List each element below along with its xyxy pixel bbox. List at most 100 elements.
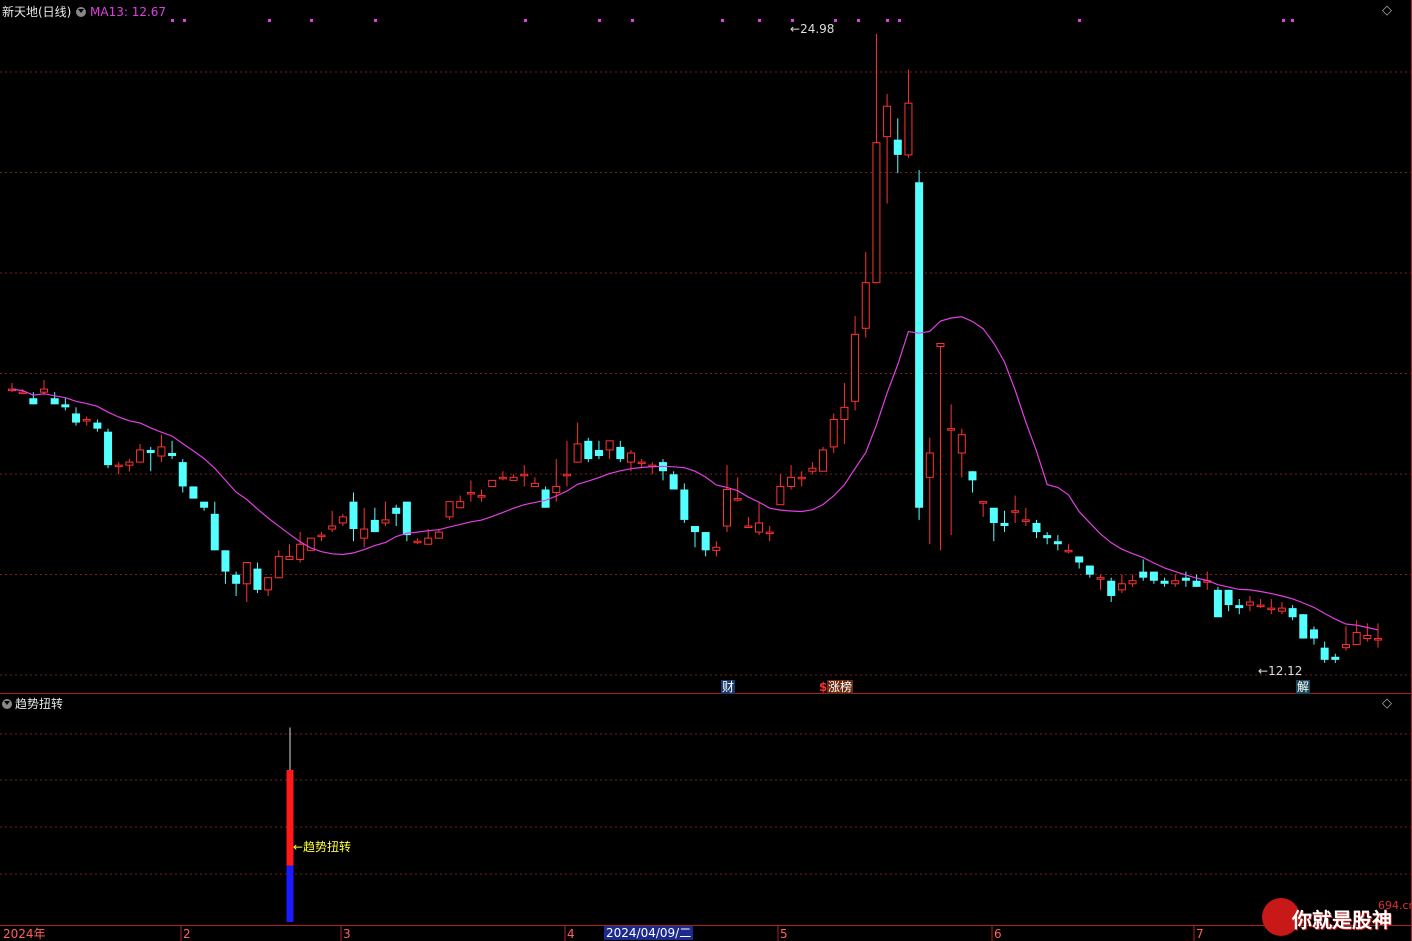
marker-dot [310,19,313,22]
marker-dot [524,19,527,22]
candle-up-body [264,577,273,591]
candle-up-body [797,476,806,480]
marker-dot [183,19,186,22]
candle-down-body [93,422,102,429]
trend-reversal-bar [286,727,294,922]
candle-up-body [1363,634,1372,640]
marker-dot [374,19,377,22]
marker-dot [834,19,837,22]
candle-up-body [114,464,123,468]
candle-up-body [605,440,614,451]
candle-down-body [1000,522,1009,526]
high-price-label: ←24.98 [790,22,835,36]
candle-down-body [50,398,59,405]
collapse-icon[interactable] [76,7,86,17]
candle-up-body [1352,631,1361,646]
candle-up-body [82,419,91,422]
candle-down-body [146,449,155,453]
candle-up-body [776,485,785,506]
candle-up-body [552,485,561,494]
marker-dot [1291,19,1294,22]
candle-up-body [274,555,283,579]
candle-down-body [104,431,113,466]
candle-down-body [189,486,198,499]
candle-down-body [1235,605,1244,609]
candle-up-body [904,102,913,156]
candle-up-body [626,452,635,463]
candle-up-body [424,537,433,545]
candle-up-body [413,540,422,544]
event-marker-cai[interactable]: 财 [721,680,736,694]
candle-down-body [968,471,977,481]
marker-dot [758,19,761,22]
candle-down-body [1053,541,1062,545]
panel-borders [0,0,1412,941]
candle-up-body [1277,607,1286,612]
candle-up-body [1064,549,1073,553]
candle-up-body [765,531,774,535]
candle-down-body [370,519,379,533]
candle-up-body [1021,519,1030,522]
candle-up-body [381,519,390,524]
candle-down-body [989,507,998,523]
candle-down-body [178,462,187,487]
candle-down-body [168,452,177,457]
candle-up-body [861,282,870,329]
indicator-collapse-icon[interactable] [2,699,12,709]
marker-dot [886,19,889,22]
candle-up-body [936,342,945,348]
event-marker-zhangbang[interactable]: 涨榜 [827,680,854,694]
candle-up-body [840,406,849,421]
candle-down-body [1331,656,1340,660]
marker-dot [598,19,601,22]
candle-up-body [979,501,988,504]
event-marker-jie[interactable]: 解 [1296,680,1311,694]
candle-down-body [1160,580,1169,584]
candle-up-body [136,449,145,463]
candle-up-body [520,473,529,477]
candle-up-body [530,482,539,487]
candle-up-body [872,142,881,284]
candle-down-body [594,449,603,457]
marker-dot [721,19,724,22]
low-price-label: ←12.12 [1258,664,1303,678]
candle-down-body [72,413,81,423]
candle-up-body [829,419,838,448]
candle-up-body [488,479,497,487]
candle-up-body [819,449,828,472]
candle-up-body [947,428,956,431]
candle-down-body [915,182,924,508]
time-label-jul: 7 [1196,927,1204,941]
stock-title: 新天地(日线) [2,5,72,19]
candle-up-body [883,105,892,138]
candle-down-body [1139,571,1148,578]
marker-dot [171,19,174,22]
diamond-up-icon[interactable]: ◇ [1382,4,1392,18]
candle-up-body [296,543,305,560]
candle-down-body [1320,647,1329,660]
diamond-down-icon[interactable]: ◇ [1382,697,1392,711]
candle-down-body [893,139,902,155]
candle-up-body [477,495,486,498]
candle-up-body [1256,604,1265,608]
indicator-title: 趋势扭转 [15,697,64,711]
candlestick-series [8,33,1382,663]
candle-up-body [573,443,582,463]
indicator-blue-segment [286,865,294,922]
candle-up-body [445,501,454,518]
time-label-mar: 3 [343,927,351,941]
candle-up-body [1171,580,1180,585]
candle-down-body [29,398,38,405]
candle-up-body [317,534,326,538]
candle-down-body [1192,580,1201,587]
time-label-apr: 4 [567,927,575,941]
candle-down-body [61,404,70,408]
candle-down-body [1309,629,1318,639]
candle-up-body [1245,601,1254,606]
top-marker-dots [171,19,1294,22]
candle-down-body [1288,608,1297,618]
candle-down-body [701,532,710,551]
candle-down-body [1085,565,1094,575]
candle-down-body [392,507,401,514]
marker-dot [857,19,860,22]
